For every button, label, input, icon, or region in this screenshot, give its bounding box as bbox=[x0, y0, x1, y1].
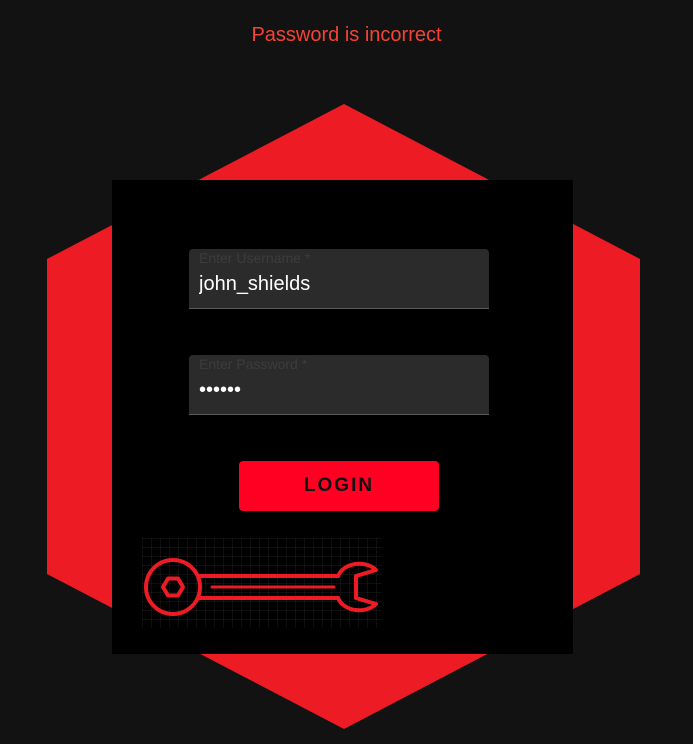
login-button[interactable]: LOGIN bbox=[239, 461, 439, 511]
username-field[interactable]: Enter Username * bbox=[189, 249, 489, 309]
password-label: Enter Password * bbox=[199, 356, 308, 372]
password-field[interactable]: Enter Password * bbox=[189, 355, 489, 415]
username-input[interactable] bbox=[199, 273, 479, 296]
username-label: Enter Username * bbox=[199, 250, 311, 266]
wrench-icon bbox=[144, 558, 378, 616]
wrench-grid bbox=[142, 538, 382, 628]
password-input[interactable] bbox=[199, 379, 479, 402]
login-panel: Enter Username * Enter Password * LOGIN bbox=[112, 180, 573, 654]
